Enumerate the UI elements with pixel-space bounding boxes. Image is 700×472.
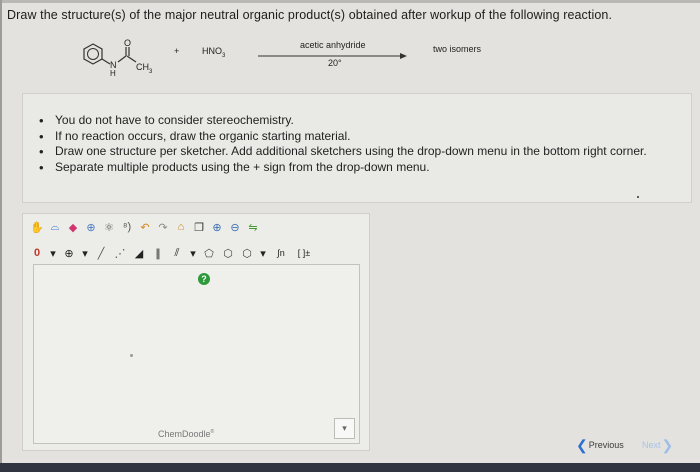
- left-border: [0, 0, 2, 472]
- chevron-down-icon[interactable]: ▾: [188, 245, 198, 261]
- add-sketcher-dropdown[interactable]: ▾: [334, 418, 355, 439]
- instruction-item: Draw one structure per sketcher. Add add…: [39, 144, 677, 160]
- question-text: Draw the structure(s) of the major neutr…: [7, 8, 613, 22]
- clean-icon[interactable]: ⌂: [173, 219, 189, 235]
- chevron-down-icon[interactable]: ▾: [258, 245, 268, 261]
- cyclopentane-icon[interactable]: ⬠: [201, 245, 217, 261]
- bottom-bar: [0, 463, 700, 472]
- zoom-in-icon[interactable]: ⊕: [209, 219, 225, 235]
- wedge-bond-icon[interactable]: ◢: [131, 245, 147, 261]
- chemdoodle-brand: ChemDoodle®: [158, 429, 215, 439]
- triple-bond-icon[interactable]: ⫽: [169, 245, 185, 261]
- instructions-list: You do not have to consider stereochemis…: [23, 94, 691, 175]
- next-label: Next: [642, 440, 661, 450]
- redo-icon[interactable]: ↷: [155, 219, 171, 235]
- previous-button[interactable]: ❮ Previous: [576, 437, 624, 453]
- chevron-right-icon: ❯: [661, 436, 674, 453]
- chevron-down-icon: ▾: [342, 423, 347, 433]
- undo-icon[interactable]: ↶: [137, 219, 153, 235]
- reaction-arrowhead: [400, 53, 407, 59]
- chemdoodle-sketcher: ✋ ⌓ ◆ ⊕ ⚛ ⁸) ↶ ↷ ⌂ ❐ ⊕ ⊖ ⇋ 0 ▾ ⊕ ▾ ╱ ⋰ ◢…: [22, 213, 370, 451]
- eraser-icon[interactable]: ◆: [65, 219, 81, 235]
- previous-label: Previous: [588, 440, 624, 450]
- hydrogen-label: H: [110, 69, 116, 78]
- zoom-out-icon[interactable]: ⊖: [227, 219, 243, 235]
- c-ch3-bond: [126, 55, 137, 63]
- instruction-item: Separate multiple products using the + s…: [39, 160, 677, 176]
- sketcher-toolbar-bottom: 0 ▾ ⊕ ▾ ╱ ⋰ ◢ ∥ ⫽ ▾ ⬠ ⬡ ⬡ ▾ ∫n [ ]±: [29, 243, 314, 263]
- canvas-dot: [130, 354, 133, 357]
- hand-icon[interactable]: ✋: [29, 219, 45, 235]
- dashed-bond-icon[interactable]: ⋰: [112, 245, 128, 261]
- condition-top-label: acetic anhydride: [300, 40, 366, 50]
- cyclohexane-icon[interactable]: ⬡: [239, 245, 255, 261]
- lasso-icon[interactable]: ⌓: [47, 219, 63, 235]
- sketcher-toolbar-top: ✋ ⌓ ◆ ⊕ ⚛ ⁸) ↶ ↷ ⌂ ❐ ⊕ ⊖ ⇋: [29, 217, 261, 237]
- repeat-unit-icon[interactable]: ∫n: [271, 245, 291, 261]
- benzene-icon[interactable]: ⬡: [220, 245, 236, 261]
- benzene-ring: [83, 43, 103, 65]
- bracket-charge-icon[interactable]: [ ]±: [294, 245, 314, 261]
- ring-n-bond: [101, 58, 111, 65]
- single-bond-icon[interactable]: ╱: [93, 245, 109, 261]
- methyl-label: CH3: [136, 62, 153, 75]
- template-icon[interactable]: ⚛: [101, 219, 117, 235]
- reagent-label: HNO3: [202, 46, 226, 59]
- n-c-bond: [117, 55, 127, 63]
- reaction-scheme: O N H CH3 + HNO3 acetic anhydride 20° tw…: [78, 38, 498, 88]
- oxygen-label: O: [124, 38, 132, 48]
- center-icon[interactable]: ⊕: [83, 219, 99, 235]
- instruction-item: If no reaction occurs, draw the organic …: [39, 129, 677, 145]
- instruction-item: You do not have to consider stereochemis…: [39, 113, 677, 129]
- double-bond-icon[interactable]: ∥: [150, 245, 166, 261]
- copy-icon[interactable]: ❐: [191, 219, 207, 235]
- charge-plus-icon[interactable]: ⊕: [61, 245, 77, 261]
- chevron-down-icon[interactable]: ▾: [48, 245, 58, 261]
- product-note: two isomers: [433, 44, 482, 54]
- condition-bottom-label: 20°: [328, 58, 342, 68]
- flip-icon[interactable]: ⇋: [245, 219, 261, 235]
- page-frame: Draw the structure(s) of the major neutr…: [0, 0, 700, 472]
- plus-sign: +: [174, 46, 180, 56]
- chevron-left-icon: ❮: [576, 436, 588, 453]
- charge-zero-icon[interactable]: 0: [29, 245, 45, 261]
- next-button[interactable]: Next ❯: [642, 437, 673, 453]
- help-icon[interactable]: ?: [198, 273, 210, 285]
- chevron-down-icon[interactable]: ▾: [80, 245, 90, 261]
- screen-speck: [637, 196, 639, 198]
- instructions-box: You do not have to consider stereochemis…: [22, 93, 692, 203]
- sketcher-canvas[interactable]: ? ChemDoodle®: [33, 264, 360, 444]
- bracket-icon[interactable]: ⁸): [119, 219, 135, 235]
- top-border: [0, 0, 700, 3]
